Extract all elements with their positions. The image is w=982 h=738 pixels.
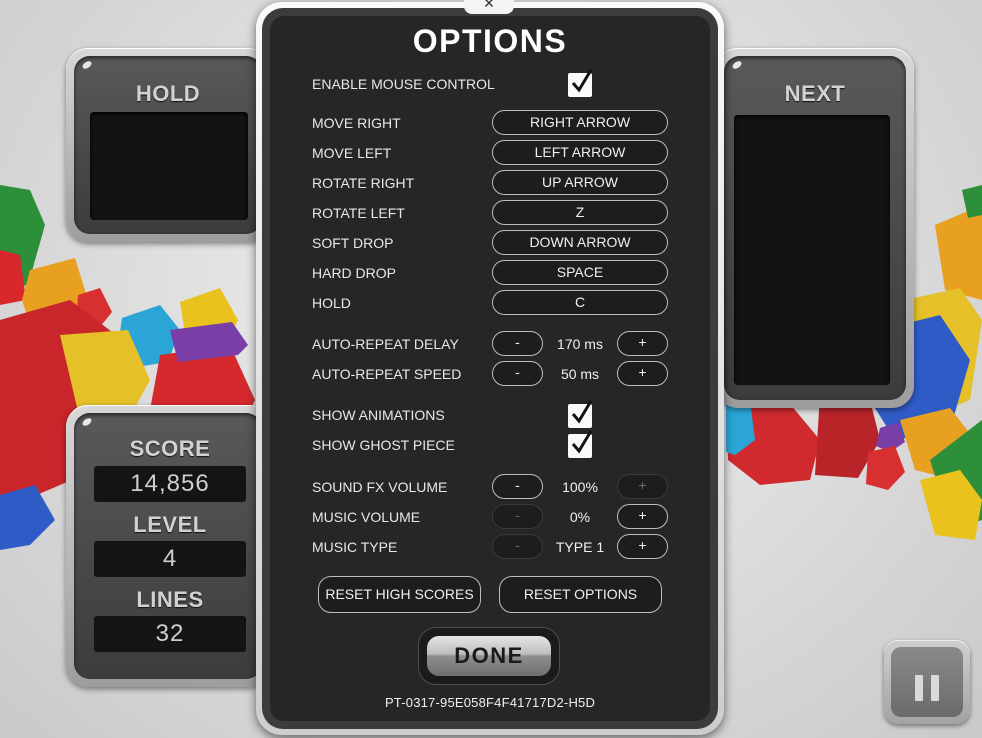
music-volume-label: MUSIC VOLUME bbox=[312, 509, 421, 525]
cube-shape bbox=[935, 205, 982, 300]
music-volume-value: 0% bbox=[569, 509, 591, 525]
version-text: PT-0317-95E058F4F41717D2-H5D bbox=[384, 695, 596, 710]
hold-panel: HOLD bbox=[66, 48, 270, 242]
keybind-button-hold[interactable]: C bbox=[492, 290, 668, 315]
pause-icon bbox=[891, 647, 963, 717]
auto-repeat-delay-value: 170 ms bbox=[557, 336, 603, 352]
auto-repeat-delay-plus-button[interactable]: + bbox=[617, 331, 668, 356]
keybind-label: SOFT DROP bbox=[312, 235, 394, 251]
keybind-button-rotate-left[interactable]: Z bbox=[492, 200, 668, 225]
reset-high-scores-button[interactable]: RESET HIGH SCORES bbox=[318, 576, 481, 613]
hold-piece-area bbox=[90, 112, 248, 220]
show-ghost-piece-checkbox[interactable] bbox=[568, 430, 593, 458]
keybind-button-soft-drop[interactable]: DOWN ARROW bbox=[492, 230, 668, 255]
show-ghost-piece-label: SHOW GHOST PIECE bbox=[312, 437, 455, 453]
auto-repeat-speed-label: AUTO-REPEAT SPEED bbox=[312, 366, 462, 382]
keybind-button-hard-drop[interactable]: SPACE bbox=[492, 260, 668, 285]
next-panel: NEXT bbox=[716, 48, 914, 408]
keybind-button-rotate-right[interactable]: UP ARROW bbox=[492, 170, 668, 195]
keybind-button-move-right[interactable]: RIGHT ARROW bbox=[492, 110, 668, 135]
score-label: SCORE bbox=[129, 436, 211, 461]
music-type-value: TYPE 1 bbox=[555, 539, 605, 555]
pause-bar bbox=[931, 675, 939, 701]
cube-shape bbox=[170, 322, 248, 362]
keybind-label: ROTATE LEFT bbox=[312, 205, 405, 221]
music-type-label: MUSIC TYPE bbox=[312, 539, 398, 555]
reset-options-button[interactable]: RESET OPTIONS bbox=[499, 576, 662, 613]
sound-fx-volume-label: SOUND FX VOLUME bbox=[312, 479, 448, 495]
music-volume-minus-button[interactable]: - bbox=[492, 504, 543, 529]
next-piece-area bbox=[734, 115, 890, 385]
keybind-label: MOVE RIGHT bbox=[312, 115, 401, 131]
checkmark-icon bbox=[571, 430, 593, 454]
auto-repeat-speed-minus-button[interactable]: - bbox=[492, 361, 543, 386]
sound-fx-volume-plus-button[interactable]: + bbox=[617, 474, 668, 499]
sound-fx-volume-minus-button[interactable]: - bbox=[492, 474, 543, 499]
keybind-label: ROTATE RIGHT bbox=[312, 175, 415, 191]
done-button[interactable]: DONE bbox=[427, 636, 551, 676]
music-type-minus-button[interactable]: - bbox=[492, 534, 543, 559]
hold-title: HOLD bbox=[135, 81, 201, 106]
close-icon[interactable]: ✕ bbox=[464, 0, 514, 14]
cube-shape bbox=[866, 446, 905, 490]
auto-repeat-delay-minus-button[interactable]: - bbox=[492, 331, 543, 356]
keybind-label: HOLD bbox=[312, 295, 351, 311]
keybind-label: HARD DROP bbox=[312, 265, 397, 281]
next-title: NEXT bbox=[784, 81, 846, 106]
enable-mouse-checkbox[interactable] bbox=[568, 69, 593, 97]
options-dialog: ✕ OPTIONS ENABLE MOUSE CONTROL MOVE RIGH… bbox=[256, 0, 724, 735]
keybind-button-move-left[interactable]: LEFT ARROW bbox=[492, 140, 668, 165]
lines-label: LINES bbox=[136, 587, 204, 612]
checkmark-icon bbox=[571, 69, 593, 93]
auto-repeat-speed-plus-button[interactable]: + bbox=[617, 361, 668, 386]
pause-bar bbox=[915, 675, 923, 701]
lines-value: 32 bbox=[94, 616, 246, 652]
level-label: LEVEL bbox=[133, 512, 207, 537]
show-animations-label: SHOW ANIMATIONS bbox=[312, 407, 445, 423]
auto-repeat-delay-label: AUTO-REPEAT DELAY bbox=[312, 336, 459, 352]
auto-repeat-speed-value: 50 ms bbox=[560, 366, 600, 382]
level-value: 4 bbox=[94, 541, 246, 577]
music-volume-plus-button[interactable]: + bbox=[617, 504, 668, 529]
score-value: 14,856 bbox=[94, 466, 246, 502]
pause-button[interactable] bbox=[884, 640, 970, 724]
checkmark-icon bbox=[571, 400, 593, 424]
music-type-plus-button[interactable]: + bbox=[617, 534, 668, 559]
show-animations-checkbox[interactable] bbox=[568, 400, 593, 428]
sound-fx-volume-value: 100% bbox=[562, 479, 598, 495]
keybind-label: MOVE LEFT bbox=[312, 145, 392, 161]
cube-shape bbox=[0, 485, 55, 550]
options-title: OPTIONS bbox=[412, 23, 568, 59]
enable-mouse-label: ENABLE MOUSE CONTROL bbox=[312, 76, 495, 92]
